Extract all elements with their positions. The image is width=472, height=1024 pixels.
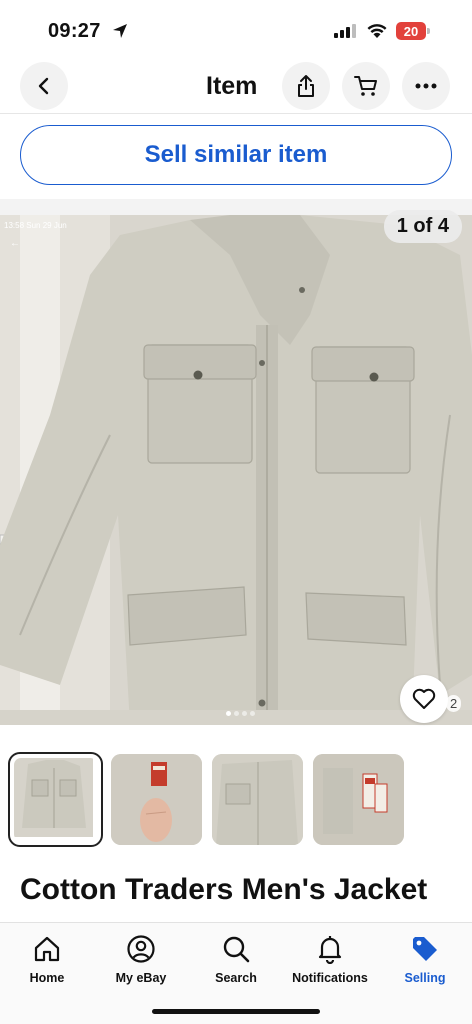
home-indicator <box>152 1009 320 1014</box>
cellular-signal-icon <box>334 24 356 38</box>
location-arrow-icon <box>113 24 127 38</box>
tag-icon <box>413 937 437 961</box>
share-icon <box>298 75 314 97</box>
tab-notifications-label: Notifications <box>292 971 368 985</box>
home-icon <box>34 936 60 962</box>
more-button[interactable] <box>402 62 450 110</box>
share-button[interactable] <box>282 62 330 110</box>
inner-back-arrow-icon: ← <box>10 238 20 249</box>
inner-timestamp: 13:58 Sun 29 Jun <box>4 221 67 230</box>
page-dot <box>226 711 231 716</box>
cart-button[interactable] <box>342 62 390 110</box>
ellipsis-icon <box>415 83 437 89</box>
thumbnail-2[interactable] <box>111 754 202 845</box>
thumbnail-jacket-hand-tag-image <box>111 754 202 845</box>
image-counter: 1 of 4 <box>383 210 462 243</box>
watch-button[interactable] <box>400 675 448 723</box>
battery-indicator: 20 <box>396 22 430 40</box>
tab-notifications[interactable]: Notifications <box>283 931 377 985</box>
thumbnail-1[interactable] <box>8 752 103 847</box>
nav-header: Item <box>0 60 472 114</box>
battery-level: 20 <box>403 23 419 39</box>
status-time: 09:27 <box>48 20 101 42</box>
tab-my-ebay[interactable]: My eBay <box>94 931 188 985</box>
thumbnail-jacket-labels-image <box>313 754 404 845</box>
tab-search-label: Search <box>215 971 257 985</box>
image-gallery[interactable] <box>0 215 472 725</box>
pagination-dots <box>226 711 255 716</box>
tab-my-ebay-label: My eBay <box>115 971 167 985</box>
heart-icon <box>412 688 436 709</box>
bell-icon <box>318 936 342 964</box>
cart-icon <box>354 76 377 96</box>
page-dot <box>250 711 255 716</box>
page-title: Item <box>206 72 258 100</box>
page-dot <box>242 711 247 716</box>
thumbnail-jacket-detail-image <box>212 754 303 845</box>
tab-home[interactable]: Home <box>0 931 94 985</box>
thumbnail-jacket-front-image <box>14 758 93 837</box>
tab-selling[interactable]: Selling <box>378 931 472 985</box>
status-bar: 09:27 20 <box>0 0 472 60</box>
sell-similar-button[interactable]: Sell similar item <box>20 125 452 185</box>
wifi-icon <box>367 24 387 38</box>
jacket-photo <box>0 215 472 725</box>
search-icon <box>223 936 250 963</box>
tab-search[interactable]: Search <box>189 931 283 985</box>
thumbnail-4[interactable] <box>313 754 404 845</box>
thumbnail-3[interactable] <box>212 754 303 845</box>
item-title: Cotton Traders Men's Jacket <box>20 873 428 906</box>
watch-count: 2 <box>446 695 462 712</box>
page-dot <box>234 711 239 716</box>
thumbnail-strip <box>8 752 404 847</box>
chevron-left-icon <box>38 77 49 95</box>
tab-selling-label: Selling <box>404 971 446 985</box>
profile-icon <box>127 935 155 963</box>
tab-home-label: Home <box>29 971 65 985</box>
back-button[interactable] <box>20 62 68 110</box>
